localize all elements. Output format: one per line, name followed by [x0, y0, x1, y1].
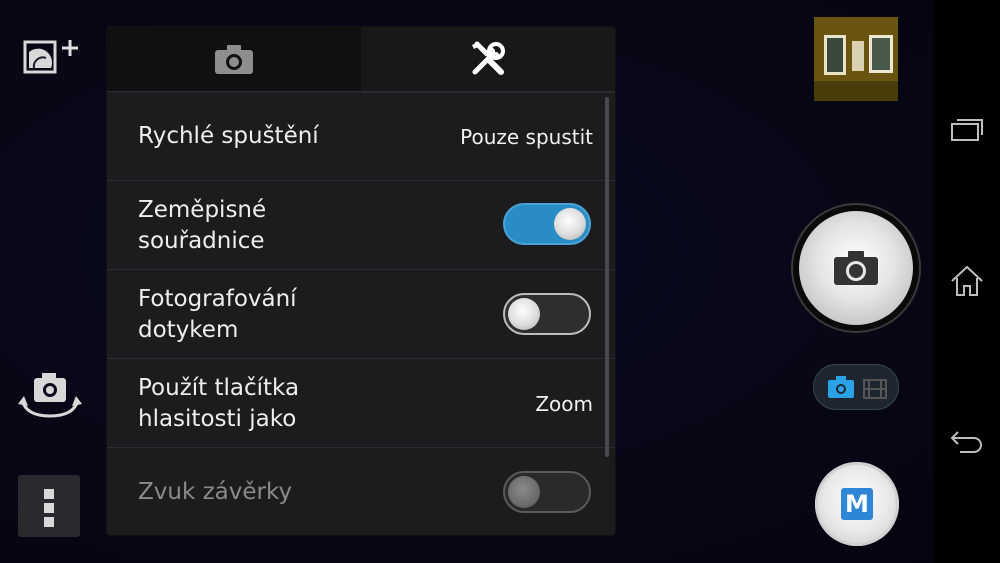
tab-camera-settings[interactable]: [107, 27, 361, 91]
toggle-knob: [554, 208, 586, 240]
setting-value: Zoom: [535, 391, 593, 416]
back-icon[interactable]: [948, 420, 986, 458]
setting-volume-keys[interactable]: Použít tlačítka hlasitosti jako Zoom: [107, 358, 615, 448]
mode-label: M: [841, 488, 873, 520]
scene-hdr-plus-icon[interactable]: [22, 38, 82, 78]
manual-mode-button[interactable]: M: [815, 462, 899, 546]
last-photo-thumbnail[interactable]: [814, 17, 898, 101]
home-icon[interactable]: [948, 262, 986, 300]
shutter-button[interactable]: [799, 211, 913, 325]
setting-value: Pouze spustit: [460, 124, 593, 149]
more-menu-button[interactable]: [18, 475, 80, 537]
setting-label: Rychlé spuštění: [138, 123, 319, 149]
settings-tabs: [107, 27, 615, 93]
settings-panel: Rychlé spuštění Pouze spustit Zeměpisné …: [107, 27, 615, 535]
shutter-sound-toggle[interactable]: [503, 471, 591, 513]
photo-video-switch[interactable]: [813, 364, 899, 410]
menu-dot: [44, 517, 54, 527]
setting-label: Zeměpisné souřadnice: [138, 196, 267, 254]
setting-label: Zvuk závěrky: [138, 479, 293, 505]
scrollbar[interactable]: [605, 97, 609, 457]
setting-geotagging[interactable]: Zeměpisné souřadnice: [107, 180, 615, 270]
menu-dot: [44, 503, 54, 513]
recent-apps-icon[interactable]: [948, 110, 986, 148]
setting-shutter-sound[interactable]: Zvuk závěrky: [107, 447, 615, 535]
switch-camera-icon[interactable]: [16, 370, 84, 424]
setting-label: Fotografování dotykem: [138, 285, 297, 343]
toggle-knob: [508, 476, 540, 508]
setting-label: Použít tlačítka hlasitosti jako: [138, 374, 300, 432]
touch-capture-toggle[interactable]: [503, 293, 591, 335]
tab-general-settings[interactable]: [361, 27, 615, 93]
menu-dot: [44, 489, 54, 499]
toggle-knob: [508, 298, 540, 330]
camera-icon: [834, 251, 878, 285]
camera-icon: [215, 45, 253, 74]
setting-quick-launch[interactable]: Rychlé spuštění Pouze spustit: [107, 91, 615, 181]
tools-icon: [472, 41, 505, 75]
setting-touch-capture[interactable]: Fotografování dotykem: [107, 269, 615, 359]
navigation-bar: [934, 0, 1000, 563]
geotag-toggle[interactable]: [503, 203, 591, 245]
